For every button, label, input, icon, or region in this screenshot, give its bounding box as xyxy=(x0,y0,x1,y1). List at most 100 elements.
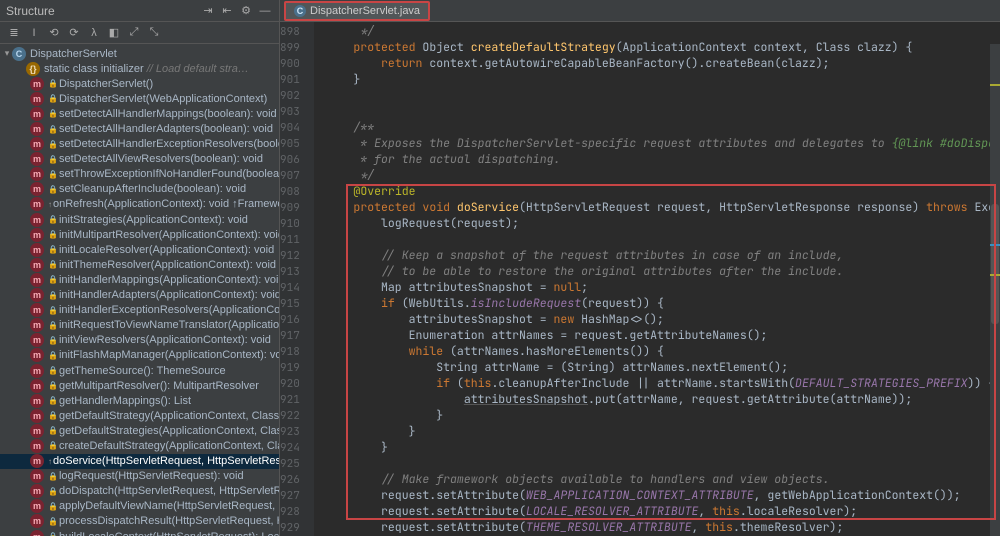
line-number: 917 xyxy=(280,328,300,344)
tree-method[interactable]: m↑onRefresh(ApplicationContext): void ↑F… xyxy=(0,197,279,212)
code-line[interactable] xyxy=(314,232,1000,248)
line-number: 923 xyxy=(280,424,300,440)
code-line[interactable]: // Keep a snapshot of the request attrib… xyxy=(314,248,1000,264)
code-line[interactable]: } xyxy=(314,424,1000,440)
panel-header: Structure ⇥ ⇤ ⚙ — xyxy=(0,0,279,22)
code-line[interactable]: * for the actual dispatching. xyxy=(314,152,1000,168)
code-line[interactable]: request.setAttribute(THEME_RESOLVER_ATTR… xyxy=(314,520,1000,536)
tree-method[interactable]: m🔒initHandlerMappings(ApplicationContext… xyxy=(0,272,279,287)
structure-tree[interactable]: ▾CDispatcherServlet{}static class initia… xyxy=(0,44,279,536)
anon-icon[interactable]: ◧ xyxy=(106,25,122,41)
code-line[interactable]: Map attributesSnapshot = null; xyxy=(314,280,1000,296)
code-line[interactable]: Enumeration attrNames = request.getAttri… xyxy=(314,328,1000,344)
tree-method[interactable]: m🔒setCleanupAfterInclude(boolean): void xyxy=(0,182,279,197)
sort-icon[interactable]: ≣ xyxy=(6,25,22,41)
show-fields-icon[interactable]: ⟲ xyxy=(46,25,62,41)
code-line[interactable]: } xyxy=(314,440,1000,456)
code-line[interactable]: */ xyxy=(314,168,1000,184)
hide-icon[interactable]: — xyxy=(257,3,273,19)
tree-method[interactable]: m🔒createDefaultStrategy(ApplicationConte… xyxy=(0,438,279,453)
line-number: 911 xyxy=(280,232,300,248)
tree-method[interactable]: m🔒logRequest(HttpServletRequest): void xyxy=(0,469,279,484)
tree-method[interactable]: m🔒initViewResolvers(ApplicationContext):… xyxy=(0,333,279,348)
scroll-mark xyxy=(990,244,1000,246)
code-line[interactable]: } xyxy=(314,408,1000,424)
collapse-icon[interactable]: ⇥ xyxy=(200,3,216,19)
tree-method[interactable]: m🔒initLocaleResolver(ApplicationContext)… xyxy=(0,242,279,257)
code-line[interactable]: attributesSnapshot = new HashMap<>(); xyxy=(314,312,1000,328)
code-line[interactable]: attributesSnapshot.put(attrName, request… xyxy=(314,392,1000,408)
code-line[interactable]: String attrName = (String) attrNames.nex… xyxy=(314,360,1000,376)
tree-method[interactable]: m🔒buildLocaleContext(HttpServletRequest)… xyxy=(0,529,279,536)
code-line[interactable]: // Make framework objects available to h… xyxy=(314,472,1000,488)
code-line[interactable]: // to be able to restore the original at… xyxy=(314,264,1000,280)
code-line[interactable]: if (this.cleanupAfterInclude || attrName… xyxy=(314,376,1000,392)
code-line[interactable]: protected void doService(HttpServletRequ… xyxy=(314,200,1000,216)
line-number: 909 xyxy=(280,200,300,216)
tree-method[interactable]: m🔒DispatcherServlet(WebApplicationContex… xyxy=(0,91,279,106)
tree-method[interactable]: m🔒initThemeResolver(ApplicationContext):… xyxy=(0,257,279,272)
tree-method[interactable]: m🔒setDetectAllViewResolvers(boolean): vo… xyxy=(0,152,279,167)
structure-toolbar: ≣ I ⟲ ⟳ λ ◧ ⤢ ⤡ xyxy=(0,22,279,44)
tree-initializer[interactable]: {}static class initializer // Load defau… xyxy=(0,61,279,76)
line-number: 928 xyxy=(280,504,300,520)
lambda-icon[interactable]: λ xyxy=(86,25,102,41)
filter-icon[interactable]: I xyxy=(26,25,42,41)
gear-icon[interactable]: ⚙ xyxy=(238,3,254,19)
tree-method[interactable]: m🔒setDetectAllHandlerMappings(boolean): … xyxy=(0,106,279,121)
tree-method[interactable]: m🔒initStrategies(ApplicationContext): vo… xyxy=(0,212,279,227)
tree-method[interactable]: m🔒getDefaultStrategies(ApplicationContex… xyxy=(0,423,279,438)
tree-method[interactable]: m🔒getDefaultStrategy(ApplicationContext,… xyxy=(0,408,279,423)
line-number: 900 xyxy=(280,56,300,72)
code-line[interactable]: protected Object createDefaultStrategy(A… xyxy=(314,40,1000,56)
code-line[interactable] xyxy=(314,456,1000,472)
editor-tabbar: C DispatcherServlet.java xyxy=(280,0,1000,22)
show-inherited-icon[interactable]: ⟳ xyxy=(66,25,82,41)
collapse-all-icon[interactable]: ⤡ xyxy=(146,25,162,41)
line-number: 913 xyxy=(280,264,300,280)
editor-area: C DispatcherServlet.java 898899900901902… xyxy=(280,0,1000,536)
tree-method[interactable]: m🔒setDetectAllHandlerAdapters(boolean): … xyxy=(0,121,279,136)
tree-method[interactable]: m🔒setThrowExceptionIfNoHandlerFound(bool… xyxy=(0,167,279,182)
tree-method[interactable]: m🔒DispatcherServlet() xyxy=(0,76,279,91)
tree-method[interactable]: m🔒setDetectAllHandlerExceptionResolvers(… xyxy=(0,137,279,152)
code-line[interactable] xyxy=(314,104,1000,120)
code-line[interactable]: logRequest(request); xyxy=(314,216,1000,232)
editor-tab-active[interactable]: C DispatcherServlet.java xyxy=(284,1,430,21)
code-line[interactable]: return context.getAutowireCapableBeanFac… xyxy=(314,56,1000,72)
code-line[interactable]: */ xyxy=(314,24,1000,40)
tree-method[interactable]: m🔒initFlashMapManager(ApplicationContext… xyxy=(0,348,279,363)
tree-method[interactable]: m🔒initHandlerExceptionResolvers(Applicat… xyxy=(0,303,279,318)
code-line[interactable]: @Override xyxy=(314,184,1000,200)
vertical-scrollbar[interactable] xyxy=(990,44,1000,536)
tree-method[interactable]: m🔒getHandlerMappings(): List xyxy=(0,393,279,408)
tree-method[interactable]: m🔒getMultipartResolver(): MultipartResol… xyxy=(0,378,279,393)
expand-icon[interactable]: ⇤ xyxy=(219,3,235,19)
tree-root[interactable]: ▾CDispatcherServlet xyxy=(0,46,279,61)
class-icon: C xyxy=(294,5,306,17)
tree-method[interactable]: m🔒initRequestToViewNameTranslator(Applic… xyxy=(0,318,279,333)
scrollbar-thumb[interactable] xyxy=(991,204,999,324)
code-line[interactable] xyxy=(314,88,1000,104)
code-line[interactable]: } xyxy=(314,72,1000,88)
code-line[interactable]: /** xyxy=(314,120,1000,136)
expand-all-icon[interactable]: ⤢ xyxy=(126,25,142,41)
tree-method[interactable]: m🔒initMultipartResolver(ApplicationConte… xyxy=(0,227,279,242)
tree-method[interactable]: m🔒initHandlerAdapters(ApplicationContext… xyxy=(0,288,279,303)
tree-method[interactable]: m🔒getThemeSource(): ThemeSource xyxy=(0,363,279,378)
code-line[interactable]: request.setAttribute(LOCALE_RESOLVER_ATT… xyxy=(314,504,1000,520)
line-gutter: 8988999009019029039049059069079089099109… xyxy=(280,22,314,536)
code-area[interactable]: 8988999009019029039049059069079089099109… xyxy=(280,22,1000,536)
tree-method[interactable]: m↑doService(HttpServletRequest, HttpServ… xyxy=(0,454,279,469)
code-line[interactable]: if (WebUtils.isIncludeRequest(request)) … xyxy=(314,296,1000,312)
line-number: 915 xyxy=(280,296,300,312)
tree-method[interactable]: m🔒processDispatchResult(HttpServletReque… xyxy=(0,514,279,529)
code-line[interactable]: request.setAttribute(WEB_APPLICATION_CON… xyxy=(314,488,1000,504)
code-line[interactable]: while (attrNames.hasMoreElements()) { xyxy=(314,344,1000,360)
tree-method[interactable]: m🔒doDispatch(HttpServletRequest, HttpSer… xyxy=(0,484,279,499)
code-body[interactable]: */ protected Object createDefaultStrateg… xyxy=(314,22,1000,536)
code-line[interactable]: * Exposes the DispatcherServlet-specific… xyxy=(314,136,1000,152)
line-number: 898 xyxy=(280,24,300,40)
tree-method[interactable]: m🔒applyDefaultViewName(HttpServletReques… xyxy=(0,499,279,514)
line-number: 907 xyxy=(280,168,300,184)
